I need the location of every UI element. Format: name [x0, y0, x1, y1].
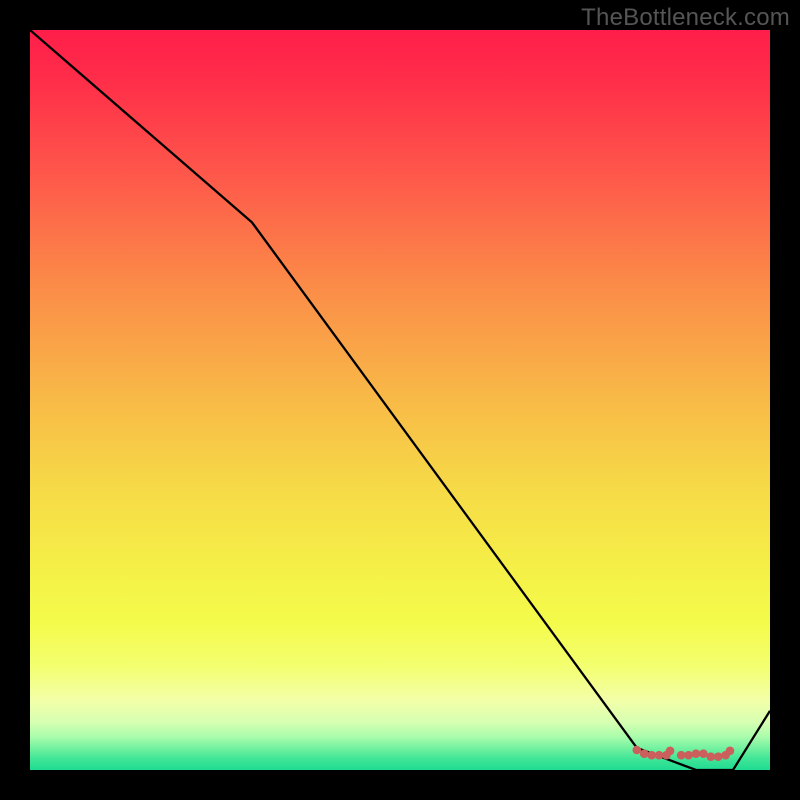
- optimal-marker: [726, 747, 735, 756]
- optimal-marker: [647, 751, 656, 760]
- optimal-marker: [699, 749, 708, 758]
- optimal-marker: [666, 747, 675, 756]
- optimal-marker: [692, 749, 701, 758]
- optimal-marker: [684, 751, 693, 760]
- bottleneck-curve: [30, 30, 770, 770]
- optimal-marker: [714, 752, 723, 761]
- optimal-range-markers: [633, 746, 735, 761]
- chart-frame: TheBottleneck.com: [0, 0, 800, 800]
- plot-svg: [30, 30, 770, 770]
- optimal-marker: [677, 751, 686, 760]
- optimal-marker: [655, 751, 664, 760]
- optimal-marker: [707, 752, 716, 761]
- optimal-marker: [633, 746, 642, 755]
- optimal-marker: [640, 749, 649, 758]
- plot-area: [30, 30, 770, 770]
- watermark-text: TheBottleneck.com: [581, 4, 790, 32]
